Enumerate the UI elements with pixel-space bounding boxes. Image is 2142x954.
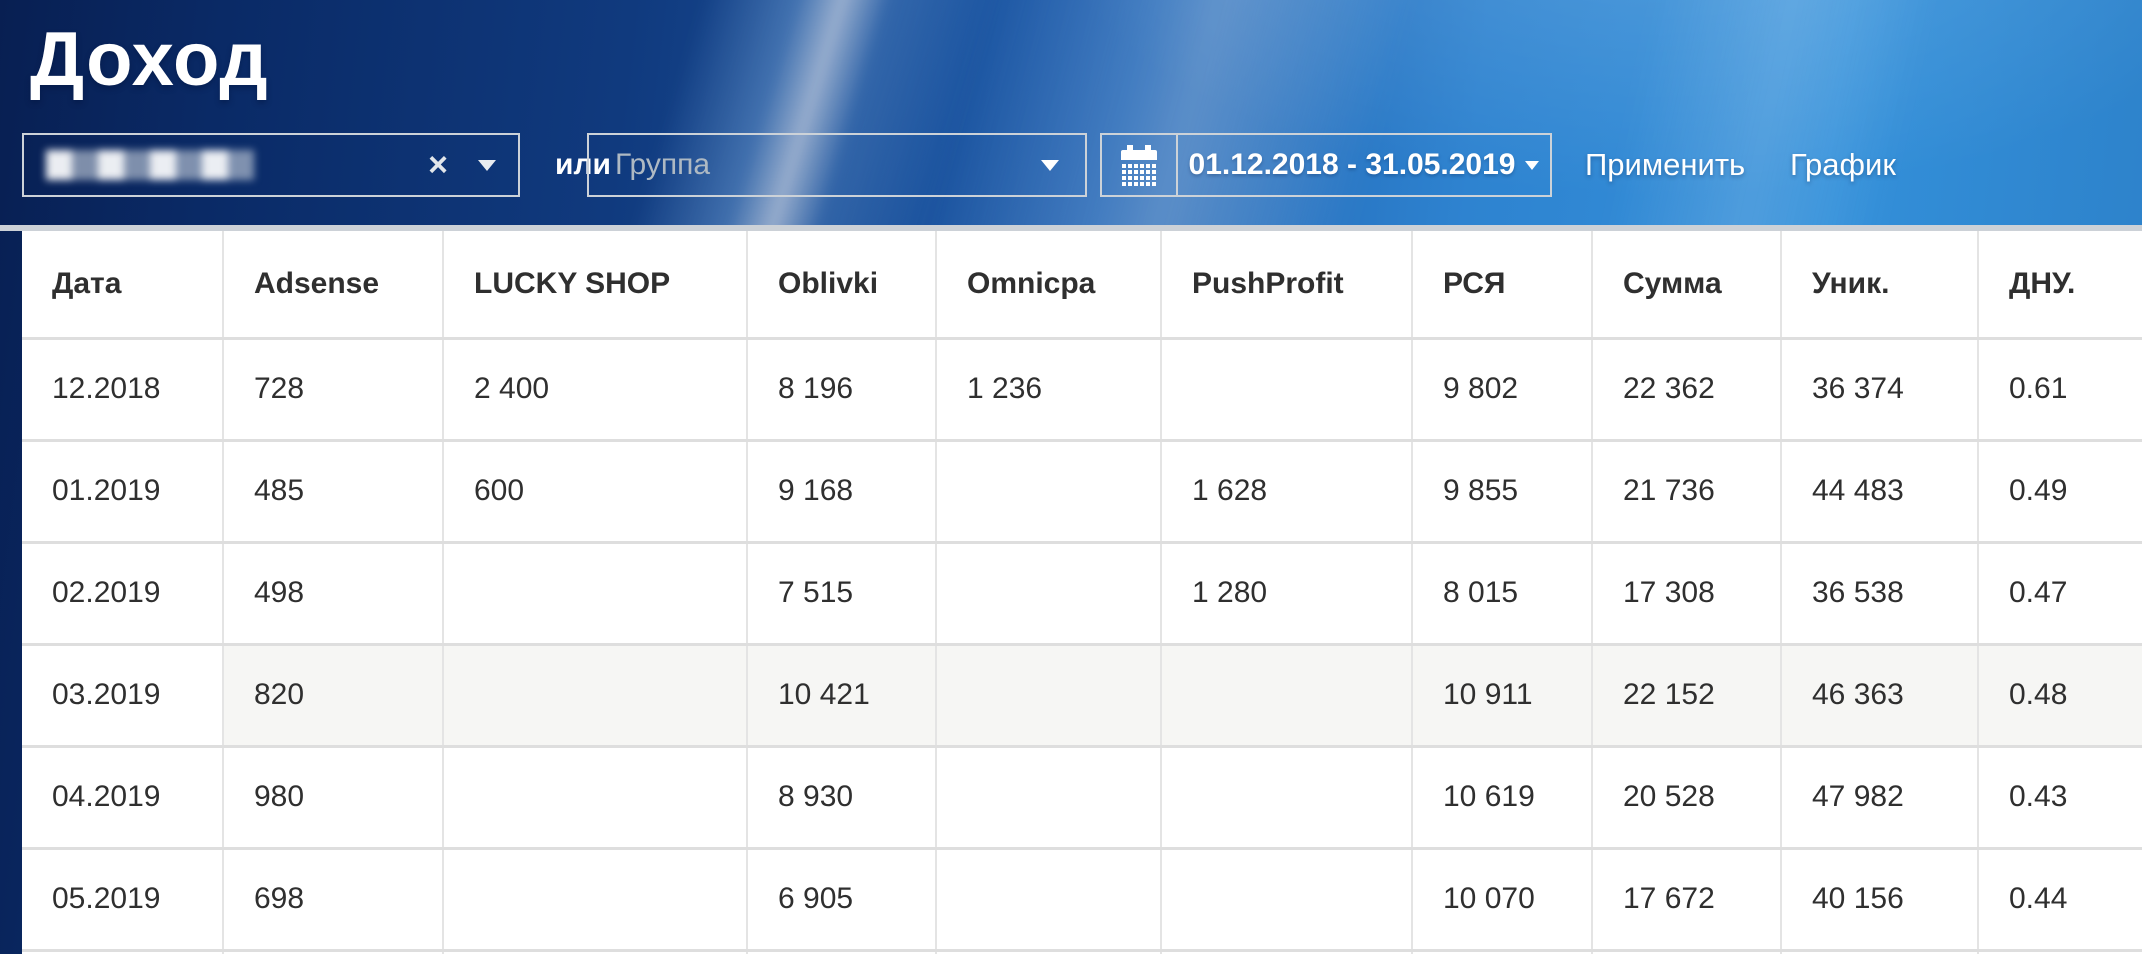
cell-date: 04.2019 (22, 746, 224, 850)
page-title: Доход (30, 17, 269, 102)
cell-sum: 20 528 (1592, 746, 1782, 850)
cell-uniques: 40 156 (1781, 848, 1979, 952)
apply-button[interactable]: Применить (1585, 133, 1745, 197)
cell-oblivki: 6 905 (747, 848, 937, 952)
cell-omnicpa (936, 542, 1162, 646)
cell-rsya: 9 855 (1412, 440, 1593, 544)
cell-sum: 22 362 (1592, 338, 1782, 442)
cell-lucky-shop (443, 848, 748, 952)
calendar-icon[interactable] (1102, 135, 1178, 195)
chart-button[interactable]: График (1790, 133, 1896, 197)
cell-omnicpa (936, 848, 1162, 952)
cell-uniques: 46 363 (1781, 644, 1979, 748)
cell-omnicpa (936, 746, 1162, 850)
cell-lucky-shop (443, 542, 748, 646)
cell-date: 02.2019 (22, 542, 224, 646)
cell-dnu: 0.61 (1978, 338, 2142, 442)
cell-oblivki: 8 930 (747, 746, 937, 850)
column-header-date: Дата (22, 231, 224, 340)
cell-adsense: 485 (223, 440, 444, 544)
income-table: Дата Adsense LUCKY SHOP Oblivki Omnicpa … (22, 231, 2142, 954)
column-header-lucky-shop: LUCKY SHOP (443, 231, 748, 340)
table-row[interactable]: 04.2019 980 8 930 10 619 20 528 47 982 0… (22, 746, 2142, 850)
column-header-oblivki: Oblivki (747, 231, 937, 340)
table-row[interactable]: 01.2019 485 600 9 168 1 628 9 855 21 736… (22, 440, 2142, 544)
cell-sum: 22 152 (1592, 644, 1782, 748)
cell-dnu: 0.47 (1978, 542, 2142, 646)
group-placeholder: Группа (615, 148, 711, 181)
column-header-uniques: Уник. (1781, 231, 1979, 340)
cell-adsense: 728 (223, 338, 444, 442)
cell-omnicpa: 1 236 (936, 338, 1162, 442)
cell-uniques: 36 374 (1781, 338, 1979, 442)
table-row-highlighted[interactable]: 03.2019 820 10 421 10 911 22 152 46 363 … (22, 644, 2142, 748)
cell-oblivki: 8 196 (747, 338, 937, 442)
cell-date: 03.2019 (22, 644, 224, 748)
cell-omnicpa (936, 440, 1162, 544)
cell-dnu: 0.43 (1978, 746, 2142, 850)
cell-lucky-shop (443, 746, 748, 850)
table-row-partial (22, 950, 2142, 954)
cell-rsya: 8 015 (1412, 542, 1593, 646)
table-row[interactable]: 02.2019 498 7 515 1 280 8 015 17 308 36 … (22, 542, 2142, 646)
column-header-rsya: РСЯ (1412, 231, 1593, 340)
cell-date: 05.2019 (22, 848, 224, 952)
cell-sum: 21 736 (1592, 440, 1782, 544)
cell-lucky-shop: 2 400 (443, 338, 748, 442)
column-header-dnu: ДНУ. (1978, 231, 2142, 340)
income-page: Доход × или Группа 01.12.2018 - 31.05.20… (0, 0, 2142, 954)
column-header-adsense: Adsense (223, 231, 444, 340)
cell-pushprofit (1161, 644, 1413, 748)
cell-sum: 17 308 (1592, 542, 1782, 646)
cell-dnu: 0.49 (1978, 440, 2142, 544)
cell-oblivki: 7 515 (747, 542, 937, 646)
cell-uniques: 47 982 (1781, 746, 1979, 850)
cell-pushprofit: 1 628 (1161, 440, 1413, 544)
censored-site-name (46, 150, 254, 180)
table-row[interactable]: 12.2018 728 2 400 8 196 1 236 9 802 22 3… (22, 338, 2142, 442)
cell-dnu: 0.48 (1978, 644, 2142, 748)
cell-pushprofit (1161, 746, 1413, 850)
chevron-down-icon[interactable] (477, 159, 496, 171)
cell-oblivki: 9 168 (747, 440, 937, 544)
date-range-text: 01.12.2018 - 31.05.2019 (1188, 148, 1516, 181)
site-select[interactable]: × (22, 133, 520, 197)
cell-adsense: 820 (223, 644, 444, 748)
table-row[interactable]: 05.2019 698 6 905 10 070 17 672 40 156 0… (22, 848, 2142, 952)
cell-uniques: 36 538 (1781, 542, 1979, 646)
column-header-omnicpa: Omnicpa (936, 231, 1162, 340)
cell-rsya: 10 070 (1412, 848, 1593, 952)
cell-adsense: 980 (223, 746, 444, 850)
cell-oblivki: 10 421 (747, 644, 937, 748)
column-header-pushprofit: PushProfit (1161, 231, 1413, 340)
cell-adsense: 498 (223, 542, 444, 646)
cell-dnu: 0.44 (1978, 848, 2142, 952)
income-table-container: Дата Adsense LUCKY SHOP Oblivki Omnicpa … (22, 231, 2142, 954)
group-select[interactable]: Группа (587, 133, 1087, 197)
cell-adsense: 698 (223, 848, 444, 952)
cell-pushprofit: 1 280 (1161, 542, 1413, 646)
cell-pushprofit (1161, 848, 1413, 952)
clear-icon[interactable]: × (428, 148, 448, 182)
chevron-down-icon[interactable] (1041, 159, 1059, 171)
cell-rsya: 10 911 (1412, 644, 1593, 748)
table-header-row: Дата Adsense LUCKY SHOP Oblivki Omnicpa … (22, 231, 2142, 340)
cell-lucky-shop: 600 (443, 440, 748, 544)
cell-pushprofit (1161, 338, 1413, 442)
filter-bar: × или Группа 01.12.2018 - 31.05.2019 При… (22, 133, 2142, 197)
cell-rsya: 10 619 (1412, 746, 1593, 850)
column-header-sum: Сумма (1592, 231, 1782, 340)
cell-omnicpa (936, 644, 1162, 748)
cell-lucky-shop (443, 644, 748, 748)
cell-date: 01.2019 (22, 440, 224, 544)
calendar-icon-glyph (1121, 145, 1157, 186)
date-range-picker[interactable]: 01.12.2018 - 31.05.2019 (1100, 133, 1552, 197)
cell-sum: 17 672 (1592, 848, 1782, 952)
date-range-value[interactable]: 01.12.2018 - 31.05.2019 (1178, 135, 1550, 195)
cell-rsya: 9 802 (1412, 338, 1593, 442)
cell-date: 12.2018 (22, 338, 224, 442)
cell-uniques: 44 483 (1781, 440, 1979, 544)
chevron-down-icon (1525, 160, 1540, 170)
